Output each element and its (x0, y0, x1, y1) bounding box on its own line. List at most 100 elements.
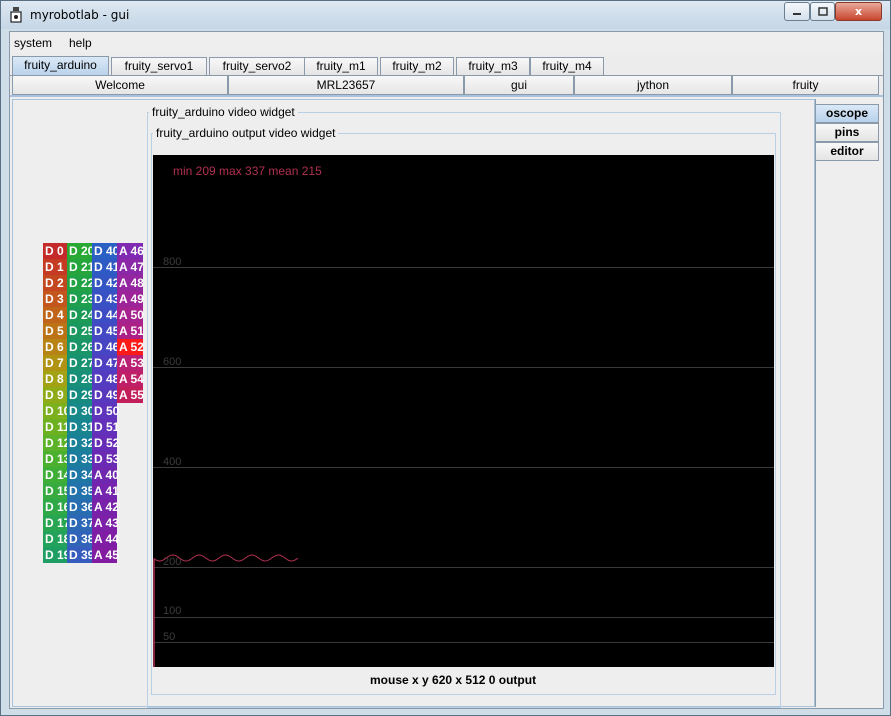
pin-d-15[interactable]: D 15 (43, 483, 70, 499)
pin-d-26[interactable]: D 26 (67, 339, 94, 355)
pin-a-43[interactable]: A 43 (92, 515, 119, 531)
pin-d-50[interactable]: D 50 (92, 403, 119, 419)
pin-a-44[interactable]: A 44 (92, 531, 119, 547)
tab-fruity-m2[interactable]: fruity_m2 (380, 57, 454, 76)
pin-a-46[interactable]: A 46 (117, 243, 144, 259)
pin-d-12[interactable]: D 12 (43, 435, 70, 451)
pin-d-17[interactable]: D 17 (43, 515, 70, 531)
pin-d-0[interactable]: D 0 (43, 243, 67, 259)
pin-d-30[interactable]: D 30 (67, 403, 94, 419)
pin-d-48[interactable]: D 48 (92, 371, 119, 387)
title-bar[interactable]: myrobotlab - gui x (1, 1, 890, 29)
tab-mrl23657[interactable]: MRL23657 (228, 76, 464, 95)
pin-d-52[interactable]: D 52 (92, 435, 119, 451)
tab-fruity-m4[interactable]: fruity_m4 (530, 57, 604, 76)
pin-a-49[interactable]: A 49 (117, 291, 144, 307)
tab-fruity-servo1[interactable]: fruity_servo1 (111, 57, 207, 76)
tab-editor[interactable]: editor (816, 142, 879, 161)
pin-d-49[interactable]: D 49 (92, 387, 119, 403)
minimize-button[interactable] (784, 2, 810, 21)
pin-d-44[interactable]: D 44 (92, 307, 119, 323)
output-widget-title: fruity_arduino output video widget (153, 126, 339, 140)
pin-d-41[interactable]: D 41 (92, 259, 119, 275)
tab-fruity-arduino[interactable]: fruity_arduino (12, 56, 109, 76)
pin-d-8[interactable]: D 8 (43, 371, 67, 387)
pin-a-40[interactable]: A 40 (92, 467, 119, 483)
pin-d-10[interactable]: D 10 (43, 403, 70, 419)
pin-d-11[interactable]: D 11 (43, 419, 70, 435)
pin-a-42[interactable]: A 42 (92, 499, 119, 515)
pin-d-33[interactable]: D 33 (67, 451, 94, 467)
pin-d-5[interactable]: D 5 (43, 323, 67, 339)
pin-d-7[interactable]: D 7 (43, 355, 67, 371)
close-button[interactable]: x (835, 2, 882, 21)
pin-d-45[interactable]: D 45 (92, 323, 119, 339)
pin-a-55[interactable]: A 55 (117, 387, 144, 403)
pin-d-27[interactable]: D 27 (67, 355, 94, 371)
pin-d-22[interactable]: D 22 (67, 275, 94, 291)
pin-d-14[interactable]: D 14 (43, 467, 70, 483)
tab-oscope[interactable]: oscope (816, 104, 879, 123)
menu-help[interactable]: help (69, 36, 92, 50)
pin-a-51[interactable]: A 51 (117, 323, 144, 339)
pin-d-21[interactable]: D 21 (67, 259, 94, 275)
pin-d-43[interactable]: D 43 (92, 291, 119, 307)
pin-a-47[interactable]: A 47 (117, 259, 144, 275)
pin-a-41[interactable]: A 41 (92, 483, 119, 499)
tab-fruity-m3[interactable]: fruity_m3 (456, 57, 530, 76)
tab-gui[interactable]: gui (464, 76, 574, 95)
pin-d-23[interactable]: D 23 (67, 291, 94, 307)
pin-d-37[interactable]: D 37 (67, 515, 94, 531)
menu-bar: system help (10, 32, 883, 53)
pin-a-45[interactable]: A 45 (92, 547, 119, 563)
pin-d-13[interactable]: D 13 (43, 451, 70, 467)
pin-d-40[interactable]: D 40 (92, 243, 119, 259)
pin-a-52[interactable]: A 52 (117, 339, 144, 355)
pin-d-4[interactable]: D 4 (43, 307, 67, 323)
tab-jython[interactable]: jython (574, 76, 732, 95)
pin-d-9[interactable]: D 9 (43, 387, 67, 403)
pin-d-46[interactable]: D 46 (92, 339, 119, 355)
pin-d-25[interactable]: D 25 (67, 323, 94, 339)
pin-d-28[interactable]: D 28 (67, 371, 94, 387)
pin-d-39[interactable]: D 39 (67, 547, 94, 563)
pin-d-16[interactable]: D 16 (43, 499, 70, 515)
pin-a-53[interactable]: A 53 (117, 355, 144, 371)
pin-d-51[interactable]: D 51 (92, 419, 119, 435)
pin-a-54[interactable]: A 54 (117, 371, 144, 387)
pin-d-6[interactable]: D 6 (43, 339, 67, 355)
service-tabs: fruity_arduino fruity_servo1 fruity_serv… (10, 56, 883, 76)
menu-system[interactable]: system (14, 36, 52, 50)
oscope-display[interactable]: min 209 max 337 mean 215 800 600 400 200… (153, 155, 774, 667)
pin-d-1[interactable]: D 1 (43, 259, 67, 275)
tab-fruity-m1[interactable]: fruity_m1 (304, 57, 378, 76)
pin-d-32[interactable]: D 32 (67, 435, 94, 451)
pin-d-3[interactable]: D 3 (43, 291, 67, 307)
pin-d-19[interactable]: D 19 (43, 547, 70, 563)
pin-d-29[interactable]: D 29 (67, 387, 94, 403)
pin-d-20[interactable]: D 20 (67, 243, 94, 259)
pin-d-2[interactable]: D 2 (43, 275, 67, 291)
tab-pins[interactable]: pins (816, 123, 879, 142)
pin-d-53[interactable]: D 53 (92, 451, 119, 467)
pin-d-31[interactable]: D 31 (67, 419, 94, 435)
pin-d-35[interactable]: D 35 (67, 483, 94, 499)
maximize-icon (817, 7, 828, 16)
pin-d-18[interactable]: D 18 (43, 531, 70, 547)
arduino-panel: D 0D 1D 2D 3D 4D 5D 6D 7D 8D 9D 10 D 11 D … (10, 95, 883, 708)
pin-d-38[interactable]: D 38 (67, 531, 94, 547)
oscope-trace (153, 554, 299, 667)
pin-d-42[interactable]: D 42 (92, 275, 119, 291)
tab-fruity-servo2[interactable]: fruity_servo2 (209, 57, 305, 76)
pin-d-36[interactable]: D 36 (67, 499, 94, 515)
tab-fruity[interactable]: fruity (732, 76, 879, 95)
pin-a-50[interactable]: A 50 (117, 307, 144, 323)
tab-welcome[interactable]: Welcome (12, 76, 228, 95)
pin-d-47[interactable]: D 47 (92, 355, 119, 371)
pin-a-48[interactable]: A 48 (117, 275, 144, 291)
maximize-button[interactable] (810, 2, 835, 21)
pin-d-34[interactable]: D 34 (67, 467, 94, 483)
close-icon: x (854, 5, 863, 18)
pin-d-24[interactable]: D 24 (67, 307, 94, 323)
robot-app-icon (10, 7, 22, 23)
